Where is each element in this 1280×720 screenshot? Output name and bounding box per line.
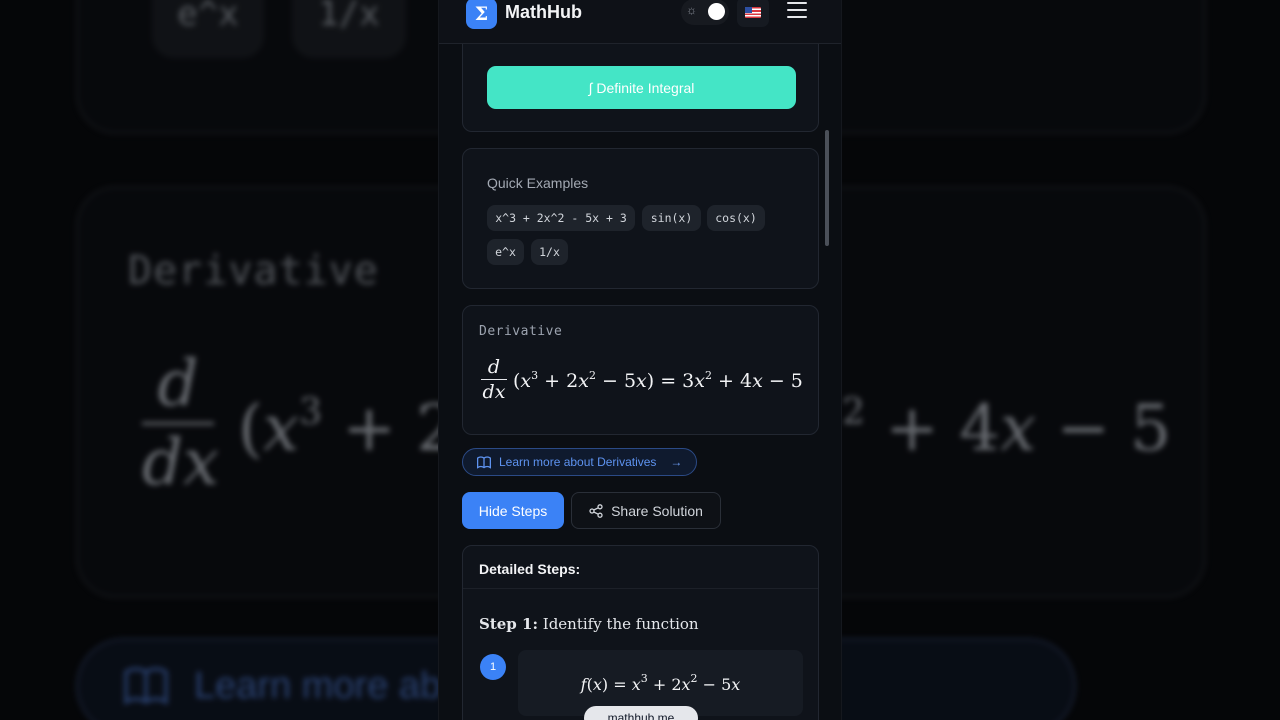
bg-frac-den: dx [142, 426, 220, 500]
steps-title: Detailed Steps: [479, 561, 581, 577]
share-solution-button[interactable]: Share Solution [571, 492, 721, 529]
example-chip[interactable]: e^x [487, 239, 524, 265]
bg-chip: e^x [152, 0, 264, 58]
source-watermark: mathhub.me [584, 706, 698, 720]
arrow-right-icon: → [670, 455, 683, 469]
example-chip[interactable]: cos(x) [707, 205, 765, 231]
bg-expr-right: 2 + 4x − 5 [842, 392, 1172, 466]
step-text: Identify the function [542, 615, 699, 633]
menu-line [787, 16, 807, 18]
derivative-operator: d dx [481, 356, 507, 403]
bg-frac-bar [142, 422, 214, 425]
toggle-knob [708, 3, 725, 20]
logo-icon[interactable]: Σ [466, 0, 497, 29]
quick-examples-title: Quick Examples [487, 175, 589, 191]
quick-examples-card: Quick Examples x^3 + 2x^2 - 5x + 3 sin(x… [462, 148, 819, 289]
sun-icon: ☼ [686, 3, 697, 17]
hamburger-menu-icon[interactable] [787, 2, 807, 20]
divider [463, 588, 818, 589]
us-flag-icon [745, 6, 761, 18]
bg-frac-num: d [157, 347, 199, 421]
phone-screen: Σ MathHub ☼ ∫ Definite Integral Quick Ex… [438, 0, 842, 720]
derivative-expression: (x3 + 2x2 − 5x) = 3x2 + 4x − 5 [513, 369, 803, 392]
scrollbar-thumb[interactable] [825, 130, 829, 246]
frac-bar [481, 379, 507, 380]
definite-integral-button[interactable]: ∫ Definite Integral [487, 66, 796, 109]
learn-more-link[interactable]: Learn more about Derivatives → [462, 448, 697, 476]
app-header: Σ MathHub ☼ [439, 0, 841, 44]
step-formula: f(x) = x3 + 2x2 − 5x [580, 672, 741, 694]
bg-expr-left: (x3 + 2 [238, 392, 457, 466]
derivative-result-card: Derivative d dx (x3 + 2x2 − 5x) = 3x2 + … [462, 305, 819, 435]
example-chip[interactable]: x^3 + 2x^2 - 5x + 3 [487, 205, 635, 231]
bg-derivative-label: Derivative [128, 248, 379, 294]
detailed-steps-card: Detailed Steps: Step 1: Identify the fun… [462, 545, 819, 720]
language-button[interactable] [737, 0, 769, 27]
bg-book-icon [124, 667, 168, 705]
step-number-badge: 1 [480, 654, 506, 680]
learn-more-label: Learn more about Derivatives [499, 455, 657, 469]
share-icon [589, 503, 603, 518]
book-icon [477, 455, 491, 469]
example-chip[interactable]: sin(x) [642, 205, 701, 231]
menu-line [787, 2, 807, 4]
result-label: Derivative [479, 324, 563, 339]
bg-fraction: d dx [142, 347, 220, 500]
example-chip[interactable]: 1/x [531, 239, 568, 265]
frac-denominator: dx [482, 381, 506, 403]
menu-line [787, 9, 807, 11]
brand-name[interactable]: MathHub [505, 2, 582, 23]
step-heading: Step 1: Identify the function [479, 615, 699, 633]
bg-pill-text: Learn more ab [194, 664, 442, 707]
frac-numerator: d [487, 356, 501, 378]
share-label: Share Solution [611, 502, 703, 519]
theme-toggle[interactable]: ☼ [681, 0, 729, 25]
hide-steps-button[interactable]: Hide Steps [462, 492, 564, 529]
bg-chip: 1/x [292, 0, 406, 58]
step-label: Step 1: [479, 615, 538, 633]
